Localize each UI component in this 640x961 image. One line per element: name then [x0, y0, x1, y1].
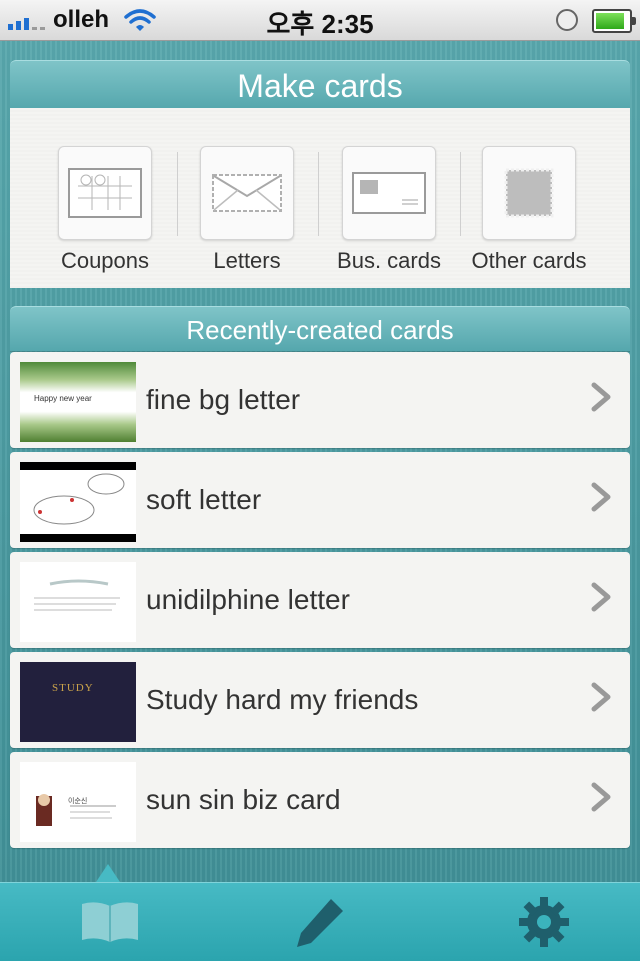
- chevron-right-icon: [591, 682, 611, 712]
- recent-cards-header: Recently-created cards: [10, 306, 630, 351]
- alarm-clock-icon: [556, 9, 578, 31]
- recent-cards-list: Happy new year fine bg letter soft lette…: [10, 352, 630, 852]
- thumbnail-text: 이순신: [68, 798, 88, 805]
- card-title: soft letter: [146, 484, 262, 515]
- letters-label: Letters: [213, 248, 281, 273]
- make-cards-header: Make cards: [10, 60, 630, 109]
- business-cards-button[interactable]: Bus. cards: [319, 146, 459, 274]
- gear-icon: [519, 897, 569, 947]
- thumbnail-text: STUDY: [52, 682, 94, 694]
- card-title: unidilphine letter: [146, 584, 350, 615]
- business-card-icon: [342, 146, 436, 240]
- status-time: 오후 2:35: [266, 9, 374, 39]
- tab-settings[interactable]: [494, 883, 594, 961]
- chevron-right-icon: [591, 382, 611, 412]
- coupons-label: Coupons: [60, 248, 150, 273]
- make-cards-panel: Coupons Letters Bus. cards Other cards: [10, 108, 630, 288]
- card-thumbnail: Happy new year: [20, 362, 136, 442]
- other-cards-label: Other cards: [471, 248, 587, 273]
- status-bar: olleh 오후 2:35: [0, 0, 640, 41]
- card-thumbnail: 이순신: [20, 762, 136, 842]
- letters-button[interactable]: Letters: [177, 146, 317, 274]
- chevron-right-icon: [591, 782, 611, 812]
- tab-library[interactable]: [60, 883, 160, 961]
- list-item[interactable]: 이순신 sun sin biz card: [10, 752, 630, 848]
- selected-tab-indicator: [96, 864, 120, 882]
- list-item[interactable]: Happy new year fine bg letter: [10, 352, 630, 448]
- card-thumbnail: [20, 462, 136, 542]
- card-thumbnail: STUDY: [20, 662, 136, 742]
- stamp-icon: [482, 146, 576, 240]
- other-cards-button[interactable]: Other cards: [459, 146, 599, 274]
- tab-create[interactable]: [270, 883, 370, 961]
- list-item[interactable]: soft letter: [10, 452, 630, 548]
- business-cards-label: Bus. cards: [337, 248, 441, 273]
- pencil-icon: [297, 899, 343, 947]
- card-title: fine bg letter: [146, 384, 301, 415]
- book-icon: [82, 902, 138, 942]
- envelope-icon: [200, 146, 294, 240]
- list-item[interactable]: unidilphine letter: [10, 552, 630, 648]
- thumbnail-text: Happy new year: [34, 394, 92, 403]
- list-item[interactable]: STUDY Study hard my friends: [10, 652, 630, 748]
- chevron-right-icon: [591, 582, 611, 612]
- card-thumbnail: [20, 562, 136, 642]
- chevron-right-icon: [591, 482, 611, 512]
- card-title: Study hard my friends: [146, 684, 419, 715]
- battery-icon: [592, 9, 636, 33]
- tab-bar: [0, 882, 640, 961]
- coupons-button[interactable]: Coupons: [35, 146, 175, 274]
- card-title: sun sin biz card: [146, 784, 341, 815]
- coupon-icon: [58, 146, 152, 240]
